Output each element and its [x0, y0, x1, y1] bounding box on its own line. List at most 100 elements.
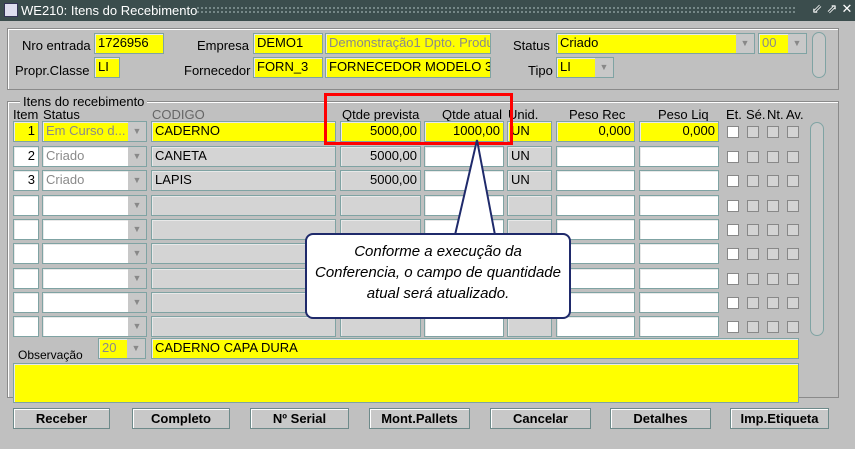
title-bar[interactable]: WE210: Itens do Recebimento ⇙ ⇗ ✕ [0, 0, 855, 21]
row-peso-liq[interactable]: 0,000 [639, 121, 719, 142]
chevron-down-icon[interactable]: ▼ [128, 269, 146, 288]
checkbox-se[interactable] [747, 321, 759, 333]
propr-classe-field[interactable]: LI [94, 57, 120, 78]
row-item-number[interactable] [13, 316, 39, 337]
row-status-select[interactable]: ▼ [42, 243, 147, 264]
checkbox-nt[interactable] [767, 297, 779, 309]
checkbox-av[interactable] [787, 248, 799, 260]
checkbox-av[interactable] [787, 297, 799, 309]
chevron-down-icon[interactable]: ▼ [128, 122, 146, 141]
checkbox-se[interactable] [747, 151, 759, 163]
checkbox-av[interactable] [787, 321, 799, 333]
row-peso-rec[interactable] [556, 316, 635, 337]
row-item-number[interactable]: 2 [13, 146, 39, 167]
row-status-select[interactable]: ▼ [42, 292, 147, 313]
empresa-code-field[interactable]: DEMO1 [253, 33, 323, 54]
checkbox-et[interactable] [727, 126, 739, 138]
row-status-select[interactable]: ▼ [42, 316, 147, 337]
checkbox-nt[interactable] [767, 126, 779, 138]
observacao-detail-field[interactable] [13, 363, 799, 403]
row-codigo[interactable] [151, 195, 336, 216]
row-status-select[interactable]: Criado ▼ [42, 146, 147, 167]
checkbox-se[interactable] [747, 126, 759, 138]
checkbox-et[interactable] [727, 297, 739, 309]
checkbox-nt[interactable] [767, 248, 779, 260]
row-qtde-prevista[interactable] [340, 195, 421, 216]
button-mont-pallets[interactable]: Mont.Pallets [369, 408, 470, 429]
checkbox-nt[interactable] [767, 200, 779, 212]
row-qtde-atual[interactable] [424, 316, 504, 337]
checkbox-av[interactable] [787, 151, 799, 163]
row-item-number[interactable] [13, 219, 39, 240]
items-scrollbar[interactable] [810, 122, 824, 336]
row-status-select[interactable]: ▼ [42, 195, 147, 216]
maximize-icon[interactable]: ⇗ [825, 1, 839, 17]
row-item-number[interactable] [13, 195, 39, 216]
chevron-down-icon[interactable]: ▼ [128, 220, 146, 239]
chevron-down-icon[interactable]: ▼ [595, 58, 613, 77]
chevron-down-icon[interactable]: ▼ [128, 196, 146, 215]
row-peso-liq[interactable] [639, 170, 719, 191]
checkbox-se[interactable] [747, 200, 759, 212]
button-detalhes[interactable]: Detalhes [610, 408, 711, 429]
checkbox-nt[interactable] [767, 273, 779, 285]
row-item-number[interactable]: 3 [13, 170, 39, 191]
tipo-select[interactable]: LI ▼ [556, 57, 614, 78]
row-peso-liq[interactable] [639, 146, 719, 167]
row-peso-liq[interactable] [639, 292, 719, 313]
row-peso-rec[interactable] [556, 170, 635, 191]
chevron-down-icon[interactable]: ▼ [128, 317, 146, 336]
row-item-number[interactable]: 1 [13, 121, 39, 142]
chevron-down-icon[interactable]: ▼ [128, 171, 146, 190]
row-peso-rec[interactable]: 0,000 [556, 121, 635, 142]
row-qtde-prevista[interactable]: 5000,00 [340, 146, 421, 167]
row-status-select[interactable]: ▼ [42, 268, 147, 289]
status-select[interactable]: Criado ▼ [556, 33, 755, 54]
checkbox-av[interactable] [787, 175, 799, 187]
checkbox-av[interactable] [787, 126, 799, 138]
row-qtde-prevista[interactable]: 5000,00 [340, 170, 421, 191]
button-n-serial[interactable]: Nº Serial [250, 408, 349, 429]
checkbox-se[interactable] [747, 273, 759, 285]
row-peso-liq[interactable] [639, 316, 719, 337]
header-scrollbar[interactable] [812, 32, 826, 78]
chevron-down-icon[interactable]: ▼ [128, 244, 146, 263]
row-item-number[interactable] [13, 243, 39, 264]
chevron-down-icon[interactable]: ▼ [128, 293, 146, 312]
checkbox-et[interactable] [727, 224, 739, 236]
row-status-select[interactable]: Criado ▼ [42, 170, 147, 191]
checkbox-et[interactable] [727, 273, 739, 285]
checkbox-et[interactable] [727, 321, 739, 333]
row-codigo[interactable]: CADERNO [151, 121, 336, 142]
checkbox-nt[interactable] [767, 151, 779, 163]
row-peso-liq[interactable] [639, 195, 719, 216]
nro-entrada-field[interactable]: 1726956 [94, 33, 164, 54]
checkbox-se[interactable] [747, 224, 759, 236]
checkbox-se[interactable] [747, 297, 759, 309]
checkbox-et[interactable] [727, 200, 739, 212]
button-imp-etiqueta[interactable]: Imp.Etiqueta [730, 408, 829, 429]
row-codigo[interactable]: CANETA [151, 146, 336, 167]
button-receber[interactable]: Receber [13, 408, 110, 429]
checkbox-av[interactable] [787, 224, 799, 236]
chevron-down-icon[interactable]: ▼ [128, 147, 146, 166]
checkbox-et[interactable] [727, 248, 739, 260]
chevron-down-icon[interactable]: ▼ [736, 34, 754, 53]
checkbox-se[interactable] [747, 248, 759, 260]
observacao-text-field[interactable]: CADERNO CAPA DURA [151, 338, 799, 359]
checkbox-av[interactable] [787, 200, 799, 212]
close-icon[interactable]: ✕ [840, 1, 854, 17]
row-peso-liq[interactable] [639, 219, 719, 240]
row-status-select[interactable]: ▼ [42, 219, 147, 240]
row-item-number[interactable] [13, 292, 39, 313]
checkbox-nt[interactable] [767, 321, 779, 333]
checkbox-et[interactable] [727, 151, 739, 163]
row-qtde-prevista[interactable] [340, 316, 421, 337]
row-peso-liq[interactable] [639, 243, 719, 264]
row-unid[interactable] [507, 316, 552, 337]
fornecedor-code-field[interactable]: FORN_3 [253, 57, 323, 78]
row-peso-liq[interactable] [639, 268, 719, 289]
checkbox-nt[interactable] [767, 224, 779, 236]
checkbox-se[interactable] [747, 175, 759, 187]
row-codigo[interactable] [151, 316, 336, 337]
